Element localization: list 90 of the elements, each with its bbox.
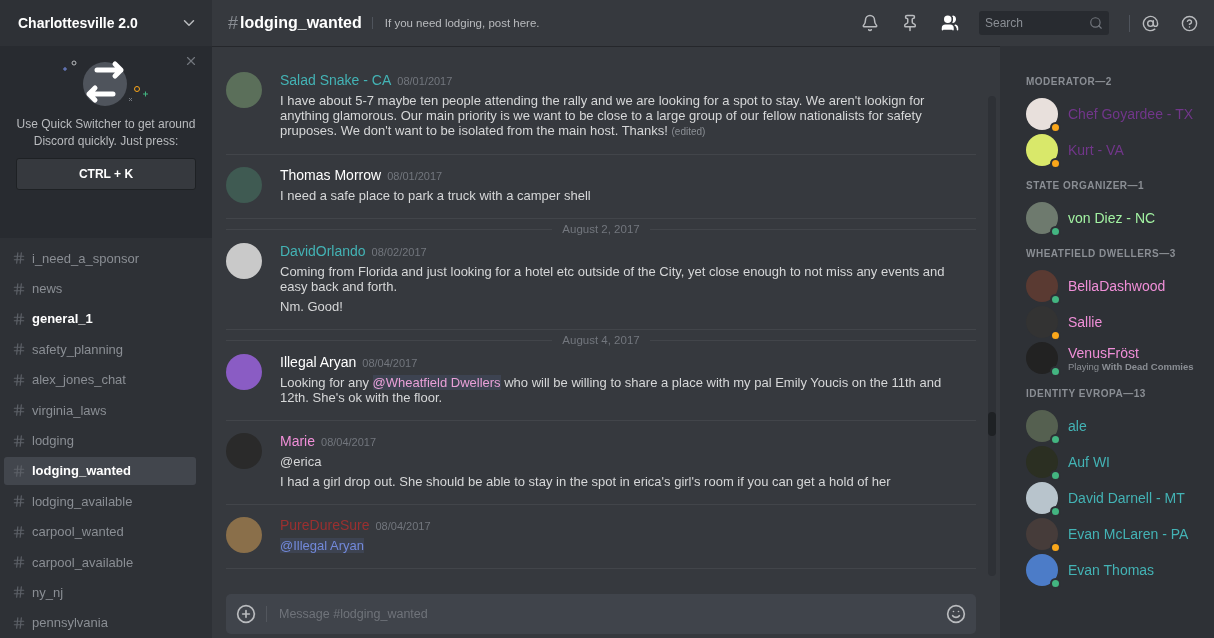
bell-icon[interactable] [861, 14, 879, 32]
hash-icon [12, 555, 26, 570]
pin-icon[interactable] [901, 14, 919, 32]
date-divider: August 2, 2017 [562, 223, 640, 235]
channel-item[interactable]: virginia_laws [4, 395, 196, 425]
message-timestamp: 08/02/2017 [371, 246, 427, 258]
emoji-icon[interactable] [946, 604, 966, 624]
close-button[interactable] [184, 54, 198, 68]
hash-icon [12, 494, 26, 509]
message-text: Coming from Florida and just looking for a hotel etc outside of the City, yet close enough to not miss any events and easy back and forth. [280, 264, 946, 294]
avatar[interactable] [1026, 134, 1058, 166]
hash-icon [12, 281, 26, 296]
message-timestamp: 08/04/2017 [375, 520, 431, 532]
member-name[interactable]: Evan Thomas [1068, 562, 1155, 578]
avatar[interactable] [1026, 270, 1058, 302]
message-timestamp: 08/01/2017 [387, 170, 443, 182]
avatar[interactable] [1026, 446, 1058, 478]
scrollbar-thumb[interactable] [988, 412, 996, 436]
hash-icon [12, 585, 26, 600]
mention-icon[interactable] [1129, 14, 1159, 32]
message-text: I have about 5-7 maybe ten people attending the rally and we are looking for a spot to stay. We aren't lookign for anything glamorous. Our main priority is we want to be close to a large group of our fellow nationalists for safety pruposes. We don't want to be isolated from the main host. Thanks! (edited) [280, 93, 926, 139]
channel-item[interactable]: ny_nj [4, 578, 196, 607]
user-mention[interactable]: @Illegal Aryan [280, 538, 365, 553]
message-author[interactable]: DavidOrlando [280, 243, 366, 259]
member-group-title: MODERATOR—2 [1026, 76, 1113, 88]
channel-title: #lodging_wanted [228, 12, 362, 34]
message-timestamp: 08/04/2017 [362, 357, 418, 369]
hash-icon [12, 342, 26, 357]
member-group-title: IDENTITY EVROPA—13 [1026, 388, 1147, 400]
channel-topic: If you need lodging, post here. [371, 17, 845, 29]
message-timestamp: 08/04/2017 [321, 436, 377, 448]
search-icon [1089, 16, 1103, 30]
channel-item[interactable]: carpool_available [4, 547, 196, 577]
member-name[interactable]: Sallie [1068, 314, 1103, 330]
message-text: Nm. Good! [280, 299, 344, 314]
member-name[interactable]: ale [1068, 418, 1087, 434]
message-text: I had a girl drop out. She should be able to stay in the spot in erica's girl's room if you can get a hold of her [280, 474, 891, 489]
channel-item[interactable]: safety_planning [4, 335, 196, 364]
plus-icon[interactable] [236, 604, 256, 624]
channel-item[interactable]: news [4, 274, 196, 303]
channel-item[interactable]: lodging [4, 426, 196, 455]
avatar[interactable] [1026, 202, 1058, 234]
shortcut-key[interactable]: CTRL + K [16, 158, 196, 190]
member-group-title: WHEATFIELD DWELLERS—3 [1026, 248, 1177, 260]
channel-item[interactable]: lodging_available [4, 487, 196, 516]
channel-item[interactable]: general_1 [4, 304, 196, 334]
hash-icon [12, 433, 26, 448]
message-timestamp: 08/01/2017 [397, 75, 453, 87]
message-text: Looking for any @Wheatfield Dwellers who will be willing to share a place with my pal Emily Youcis on the 11th and 12th. She's ok with the floor. [280, 375, 943, 405]
avatar[interactable] [226, 243, 262, 279]
channel-item[interactable]: alex_jones_chat [4, 365, 196, 394]
message-text: I need a safe place to park a truck with a camper shell [280, 188, 591, 203]
member-name[interactable]: Auf WI [1068, 454, 1110, 470]
hash-icon [12, 372, 26, 387]
hash-icon [12, 463, 26, 478]
hash-icon [12, 524, 26, 539]
member-name[interactable]: von Diez - NC [1068, 210, 1156, 226]
hash-icon [12, 403, 26, 418]
message-author[interactable]: Illegal Aryan [280, 354, 357, 370]
hash-icon [12, 615, 26, 630]
member-name[interactable]: David Darnell - MT [1068, 490, 1185, 506]
quick-switcher-hint: Use Quick Switcher to get around Discord quickly. Just press: [15, 116, 197, 150]
member-name[interactable]: BellaDashwood [1068, 278, 1166, 294]
avatar[interactable] [1026, 518, 1058, 550]
avatar[interactable] [1026, 482, 1058, 514]
search-field[interactable]: Search [979, 11, 1109, 35]
member-name[interactable]: Evan McLaren - PA [1068, 526, 1189, 542]
message-author[interactable]: Thomas Morrow [280, 167, 382, 183]
channel-item[interactable]: lodging_wanted [4, 456, 196, 486]
avatar[interactable] [1026, 306, 1058, 338]
message-author[interactable]: Marie [280, 433, 315, 449]
member-activity: Playing With Dead Commies [1068, 360, 1194, 372]
date-divider: August 4, 2017 [562, 334, 640, 346]
member-group-title: STATE ORGANIZER—1 [1026, 180, 1146, 192]
avatar[interactable] [1026, 410, 1058, 442]
channel-item[interactable]: carpool_wanted [4, 517, 196, 546]
hash-icon [12, 311, 26, 326]
message-text: @erica [280, 454, 323, 469]
channel-item[interactable]: pennsylvania [4, 608, 196, 638]
user-mention[interactable]: @Wheatfield Dwellers [372, 375, 501, 390]
avatar[interactable] [1026, 342, 1058, 374]
channel-item[interactable]: i_need_a_sponsor [4, 244, 196, 273]
avatar[interactable] [1026, 98, 1058, 130]
hash-icon [12, 251, 26, 266]
members-icon[interactable] [941, 14, 959, 32]
server-header[interactable]: Charlottesville 2.0 [0, 0, 212, 46]
help-icon[interactable] [1181, 14, 1198, 32]
avatar[interactable] [1026, 554, 1058, 586]
message-author[interactable]: Salad Snake - CA [280, 72, 392, 88]
member-name[interactable]: VenusFröst [1068, 344, 1194, 361]
